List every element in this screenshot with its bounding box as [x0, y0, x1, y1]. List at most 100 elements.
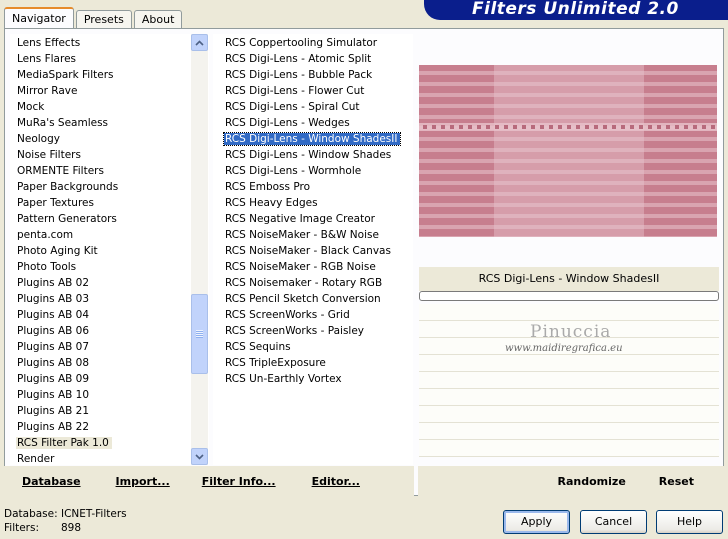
filter-item[interactable]: RCS Digi-Lens - Window Shades: [222, 147, 413, 163]
category-item[interactable]: Plugins AB 21: [14, 403, 209, 419]
filter-item[interactable]: RCS Digi-Lens - Wedges: [222, 115, 413, 131]
category-item[interactable]: Photo Aging Kit: [14, 243, 209, 259]
filter-item-label: RCS Digi-Lens - Flower Cut: [225, 85, 365, 97]
category-item[interactable]: Mirror Rave: [14, 83, 209, 99]
randomize-button[interactable]: Randomize: [558, 475, 626, 488]
category-item[interactable]: Plugins AB 09: [14, 371, 209, 387]
category-item[interactable]: Lens Flares: [14, 51, 209, 67]
category-item[interactable]: Paper Backgrounds: [14, 179, 209, 195]
filter-item[interactable]: RCS NoiseMaker - Black Canvas: [222, 243, 413, 259]
category-item[interactable]: Plugins AB 06: [14, 323, 209, 339]
category-item[interactable]: Pattern Generators: [14, 211, 209, 227]
bottom-toolbar: Database Import... Filter Info... Editor…: [4, 466, 724, 496]
category-item[interactable]: Plugins AB 10: [14, 387, 209, 403]
category-item-label: Plugins AB 06: [17, 325, 90, 337]
scroll-down-button[interactable]: [191, 448, 208, 465]
category-item[interactable]: Photo Tools: [14, 259, 209, 275]
category-item[interactable]: Paper Textures: [14, 195, 209, 211]
category-item[interactable]: MuRa's Seamless: [14, 115, 209, 131]
tab-strip: Navigator Presets About: [4, 6, 184, 29]
category-item[interactable]: Render: [14, 451, 209, 467]
preview-band: [585, 125, 589, 129]
filters-label: Filters:: [4, 522, 40, 534]
category-list[interactable]: Lens Effects Lens Flares MediaSpark Filter…: [10, 34, 209, 467]
filter-item-label: RCS Emboss Pro: [225, 181, 310, 193]
reset-button[interactable]: Reset: [659, 475, 694, 488]
category-item[interactable]: Plugins AB 22: [14, 419, 209, 435]
tab-about[interactable]: About: [133, 10, 183, 28]
category-item[interactable]: MediaSpark Filters: [14, 67, 209, 83]
category-item-label: Noise Filters: [17, 149, 81, 161]
filter-item[interactable]: RCS Heavy Edges: [222, 195, 413, 211]
filter-item[interactable]: RCS Digi-Lens - Atomic Split: [222, 51, 413, 67]
filter-item-label: RCS Noisemaker - Rotary RGB: [225, 277, 383, 289]
filter-item[interactable]: RCS ScreenWorks - Grid: [222, 307, 413, 323]
tab-presets[interactable]: Presets: [75, 10, 132, 28]
preview-band: [495, 125, 499, 129]
filter-item-label: RCS Pencil Sketch Conversion: [225, 293, 381, 305]
category-item-label: MuRa's Seamless: [17, 117, 109, 129]
filter-item[interactable]: RCS Digi-Lens - Spiral Cut: [222, 99, 413, 115]
import-button[interactable]: Import...: [116, 475, 170, 488]
preview-band: [419, 93, 717, 97]
filter-item[interactable]: RCS Pencil Sketch Conversion: [222, 291, 413, 307]
filter-item[interactable]: RCS Noisemaker - Rotary RGB: [222, 275, 413, 291]
filter-item[interactable]: RCS Emboss Pro: [222, 179, 413, 195]
category-scrollbar[interactable]: [191, 34, 208, 465]
category-item-label: MediaSpark Filters: [17, 69, 114, 81]
cancel-button[interactable]: Cancel: [580, 510, 647, 534]
filter-list[interactable]: RCS Coppertooling Simulator RCS Digi-Lens…: [213, 34, 413, 387]
scroll-up-button[interactable]: [191, 34, 208, 51]
help-button[interactable]: Help: [656, 510, 723, 534]
category-item[interactable]: RCS Filter Pak 1.0: [14, 435, 209, 451]
filter-item[interactable]: RCS NoiseMaker - B&W Noise: [222, 227, 413, 243]
category-item[interactable]: Plugins AB 04: [14, 307, 209, 323]
category-item[interactable]: Lens Effects: [14, 35, 209, 51]
category-item[interactable]: Mock: [14, 99, 209, 115]
category-item-label: Photo Tools: [17, 261, 77, 273]
category-item[interactable]: ORMENTE Filters: [14, 163, 209, 179]
database-button[interactable]: Database: [22, 475, 81, 488]
filter-item[interactable]: RCS Coppertooling Simulator: [222, 35, 413, 51]
preview-band: [522, 125, 526, 129]
category-item-label: Mock: [17, 101, 45, 113]
parameter-slot: [419, 372, 719, 389]
filter-item[interactable]: RCS Digi-Lens - Bubble Pack: [222, 67, 413, 83]
filter-item[interactable]: RCS ScreenWorks - Paisley: [222, 323, 413, 339]
category-item[interactable]: Neology: [14, 131, 209, 147]
filter-item[interactable]: RCS NoiseMaker - RGB Noise: [222, 259, 413, 275]
filter-item-label: RCS Digi-Lens - Window ShadesII: [222, 132, 402, 146]
preview-band: [419, 71, 717, 75]
filter-info-button[interactable]: Filter Info...: [202, 475, 276, 488]
preview-band: [603, 125, 607, 129]
preview-band: [693, 125, 697, 129]
filter-item[interactable]: RCS Un-Earthly Vortex: [222, 371, 413, 387]
editor-button[interactable]: Editor...: [312, 475, 360, 488]
filter-item-label: RCS ScreenWorks - Paisley: [225, 325, 365, 337]
category-item[interactable]: Noise Filters: [14, 147, 209, 163]
category-item[interactable]: Plugins AB 08: [14, 355, 209, 371]
scroll-thumb[interactable]: [191, 294, 208, 374]
chevron-down-icon: [195, 453, 204, 460]
category-item[interactable]: Plugins AB 07: [14, 339, 209, 355]
filter-item-label: RCS Heavy Edges: [225, 197, 318, 209]
filter-item[interactable]: RCS Sequins: [222, 339, 413, 355]
filter-item[interactable]: RCS Digi-Lens - Wormhole: [222, 163, 413, 179]
parameter-slot: [419, 406, 719, 423]
category-item-label: Lens Effects: [17, 37, 81, 49]
category-item-label: Lens Flares: [17, 53, 76, 65]
category-item-label: penta.com: [17, 229, 74, 241]
apply-button[interactable]: Apply: [503, 510, 570, 534]
filter-item[interactable]: RCS TripleExposure: [222, 355, 413, 371]
filter-item[interactable]: RCS Negative Image Creator: [222, 211, 413, 227]
tab-navigator[interactable]: Navigator: [4, 7, 74, 29]
category-item[interactable]: Plugins AB 02: [14, 275, 209, 291]
category-item[interactable]: penta.com: [14, 227, 209, 243]
filter-item[interactable]: RCS Digi-Lens - Window ShadesII: [222, 131, 413, 147]
filter-item[interactable]: RCS Digi-Lens - Flower Cut: [222, 83, 413, 99]
database-label: Database:: [4, 508, 58, 520]
category-item[interactable]: Plugins AB 03: [14, 291, 209, 307]
filter-item-label: RCS Digi-Lens - Window Shades: [225, 149, 392, 161]
preview-band: [419, 170, 717, 174]
progress-bar: [419, 291, 719, 301]
